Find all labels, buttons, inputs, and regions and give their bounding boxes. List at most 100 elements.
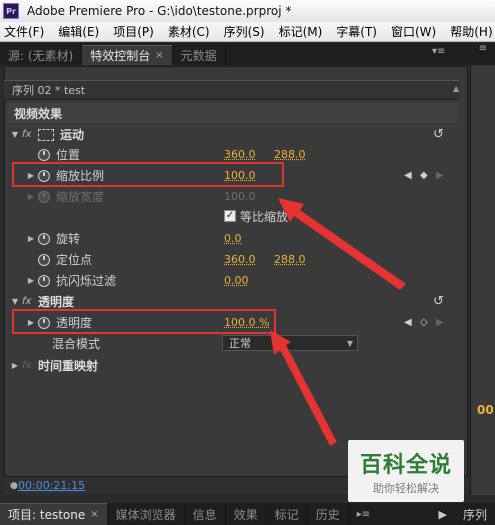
watermark-subtitle: 助你轻松解决 bbox=[373, 481, 439, 495]
anchor-x-value[interactable]: 360.0 bbox=[224, 253, 256, 266]
tab-info[interactable]: 信息 bbox=[185, 503, 226, 525]
watermark: 百科全说 助你轻松解决 bbox=[348, 440, 464, 502]
anchor-label: 定位点 bbox=[56, 253, 93, 267]
anti-flicker-row: ▶ 抗闪烁过滤 0.00 bbox=[8, 270, 454, 291]
menu-title[interactable]: 字幕(T) bbox=[329, 23, 384, 40]
blend-mode-label: 混合模式 bbox=[52, 337, 101, 351]
panel-tab-row: 源: (无素材) 特效控制台 × 元数据 bbox=[0, 43, 470, 65]
anchor-row: 定位点 360.0 288.0 bbox=[8, 249, 454, 270]
fx-icon: fx bbox=[22, 360, 32, 371]
next-keyframe-icon[interactable]: ▶ bbox=[436, 317, 444, 328]
rotation-label: 旋转 bbox=[56, 232, 81, 246]
time-remap-label: 时间重映射 bbox=[38, 359, 99, 373]
stopwatch-icon bbox=[38, 190, 50, 203]
time-remap-row[interactable]: ▶ fx 时间重映射 bbox=[8, 355, 454, 376]
anti-flicker-value[interactable]: 0.00 bbox=[224, 274, 249, 287]
rotation-row: ▶ 旋转 0.0 bbox=[8, 228, 454, 249]
menu-sequence[interactable]: 序列(S) bbox=[217, 23, 272, 40]
playhead-icon: ● bbox=[10, 480, 18, 491]
tab-project[interactable]: 项目: testone × bbox=[0, 503, 108, 525]
stopwatch-icon[interactable] bbox=[38, 253, 50, 266]
right-panel-strip bbox=[470, 43, 495, 495]
watermark-title: 百科全说 bbox=[359, 452, 452, 478]
scale-width-row: ▶ 缩放宽度 100.0 bbox=[8, 186, 454, 207]
right-timecode: 00 bbox=[477, 403, 494, 417]
position-x-value[interactable]: 360.0 bbox=[224, 148, 256, 161]
add-keyframe-icon[interactable]: ◇ bbox=[420, 317, 428, 328]
close-icon[interactable]: × bbox=[155, 50, 163, 61]
next-keyframe-icon[interactable]: ▶ bbox=[436, 170, 444, 181]
tab-history-label: 历史 bbox=[315, 507, 340, 522]
expand-triangle-icon: ▶ bbox=[27, 192, 35, 201]
uniform-scale-checkbox[interactable]: ✓ bbox=[224, 210, 236, 222]
tab-sequence-right[interactable]: 序列 bbox=[455, 503, 495, 525]
anchor-y-value[interactable]: 288.0 bbox=[274, 253, 306, 266]
expand-triangle-icon[interactable]: ▼ bbox=[8, 297, 22, 306]
tab-effects-label: 效果 bbox=[233, 507, 258, 522]
panel-menu-icon[interactable]: ▸≡ bbox=[349, 503, 378, 525]
expand-triangle-icon[interactable]: ▶ bbox=[24, 234, 38, 243]
window-title: Adobe Premiere Pro - G:\ido\testone.prpr… bbox=[27, 4, 292, 18]
close-icon[interactable]: × bbox=[90, 509, 98, 520]
current-timecode[interactable]: 00:00:21:15 bbox=[18, 479, 85, 492]
tab-sequence-right-label: 序列 bbox=[462, 507, 487, 522]
menu-edit[interactable]: 编辑(E) bbox=[51, 23, 106, 40]
menu-help[interactable]: 帮助(H) bbox=[443, 23, 495, 40]
stopwatch-icon[interactable] bbox=[38, 148, 50, 161]
tab-markers-label: 标记 bbox=[274, 507, 299, 522]
menu-bar: 文件(F) 编辑(E) 项目(P) 素材(C) 序列(S) 标记(M) 字幕(T… bbox=[0, 22, 495, 42]
fx-icon[interactable]: fx bbox=[22, 129, 38, 140]
opacity-highlight-box bbox=[12, 309, 276, 334]
prev-keyframe-icon[interactable]: ◀ bbox=[404, 317, 412, 328]
scale-highlight-box bbox=[12, 162, 284, 187]
anti-flicker-label: 抗闪烁过滤 bbox=[56, 274, 117, 288]
menu-window[interactable]: 窗口(W) bbox=[384, 23, 443, 40]
prev-keyframe-icon[interactable]: ◀ bbox=[404, 170, 412, 181]
uniform-scale-label: 等比缩放 bbox=[240, 210, 289, 224]
tab-markers[interactable]: 标记 bbox=[267, 503, 308, 525]
bottom-tab-row: 项目: testone × 媒体浏览器 信息 效果 标记 历史 ▸≡ ▶ 序列 bbox=[0, 503, 495, 525]
expand-triangle-icon[interactable]: ▼ bbox=[8, 130, 22, 139]
tab-source-label: 源: (无素材) bbox=[8, 48, 74, 63]
tab-media-browser-label: 媒体浏览器 bbox=[115, 507, 176, 522]
reset-icon[interactable]: ↺ bbox=[433, 294, 444, 309]
tab-effect-controls[interactable]: 特效控制台 × bbox=[82, 45, 173, 65]
blend-mode-value: 正常 bbox=[229, 337, 251, 350]
position-y-value[interactable]: 288.0 bbox=[274, 148, 306, 161]
blend-mode-dropdown[interactable]: 正常 ▼ bbox=[222, 335, 358, 351]
reset-icon[interactable]: ↺ bbox=[433, 127, 444, 142]
play-icon[interactable]: ▶ bbox=[431, 503, 455, 525]
stopwatch-icon[interactable] bbox=[38, 232, 50, 245]
sequence-header: 序列 02 * test bbox=[4, 80, 459, 100]
video-effects-header: 视频效果 bbox=[8, 103, 458, 123]
tab-project-label: 项目: testone bbox=[8, 508, 86, 522]
panel-menu-icon[interactable]: ▾≡ bbox=[432, 46, 445, 57]
tab-history[interactable]: 历史 bbox=[308, 503, 349, 525]
menu-marker[interactable]: 标记(M) bbox=[272, 23, 330, 40]
menu-clip[interactable]: 素材(C) bbox=[161, 23, 217, 40]
tab-source[interactable]: 源: (无素材) bbox=[0, 45, 83, 65]
motion-effect-row[interactable]: ▼ fx 运动 ↺ bbox=[8, 124, 454, 145]
fx-icon[interactable]: fx bbox=[22, 296, 38, 307]
scale-width-value: 100.0 bbox=[224, 190, 256, 203]
title-bar: Pr Adobe Premiere Pro - G:\ido\testone.p… bbox=[0, 0, 495, 22]
scroll-up-icon[interactable]: ▲ bbox=[453, 84, 459, 93]
menu-file[interactable]: 文件(F) bbox=[0, 23, 51, 40]
tab-metadata[interactable]: 元数据 bbox=[173, 45, 226, 65]
tab-effect-controls-label: 特效控制台 bbox=[90, 49, 151, 63]
tab-metadata-label: 元数据 bbox=[180, 48, 217, 63]
expand-triangle-icon[interactable]: ▶ bbox=[24, 276, 38, 285]
add-keyframe-icon[interactable]: ◆ bbox=[420, 170, 428, 181]
tab-info-label: 信息 bbox=[192, 507, 217, 522]
sequence-label: 序列 02 * test bbox=[12, 84, 86, 97]
tab-media-browser[interactable]: 媒体浏览器 bbox=[108, 503, 185, 525]
stopwatch-icon[interactable] bbox=[38, 274, 50, 287]
right-panel-menu-icon[interactable]: ≡ bbox=[471, 43, 495, 65]
position-label: 位置 bbox=[56, 148, 81, 162]
rotation-value[interactable]: 0.0 bbox=[224, 232, 242, 245]
menu-project[interactable]: 项目(P) bbox=[106, 23, 161, 40]
chevron-down-icon: ▼ bbox=[346, 338, 353, 348]
expand-triangle-icon[interactable]: ▶ bbox=[8, 361, 22, 370]
opacity-effect-label: 透明度 bbox=[38, 295, 75, 309]
tab-effects[interactable]: 效果 bbox=[226, 503, 267, 525]
